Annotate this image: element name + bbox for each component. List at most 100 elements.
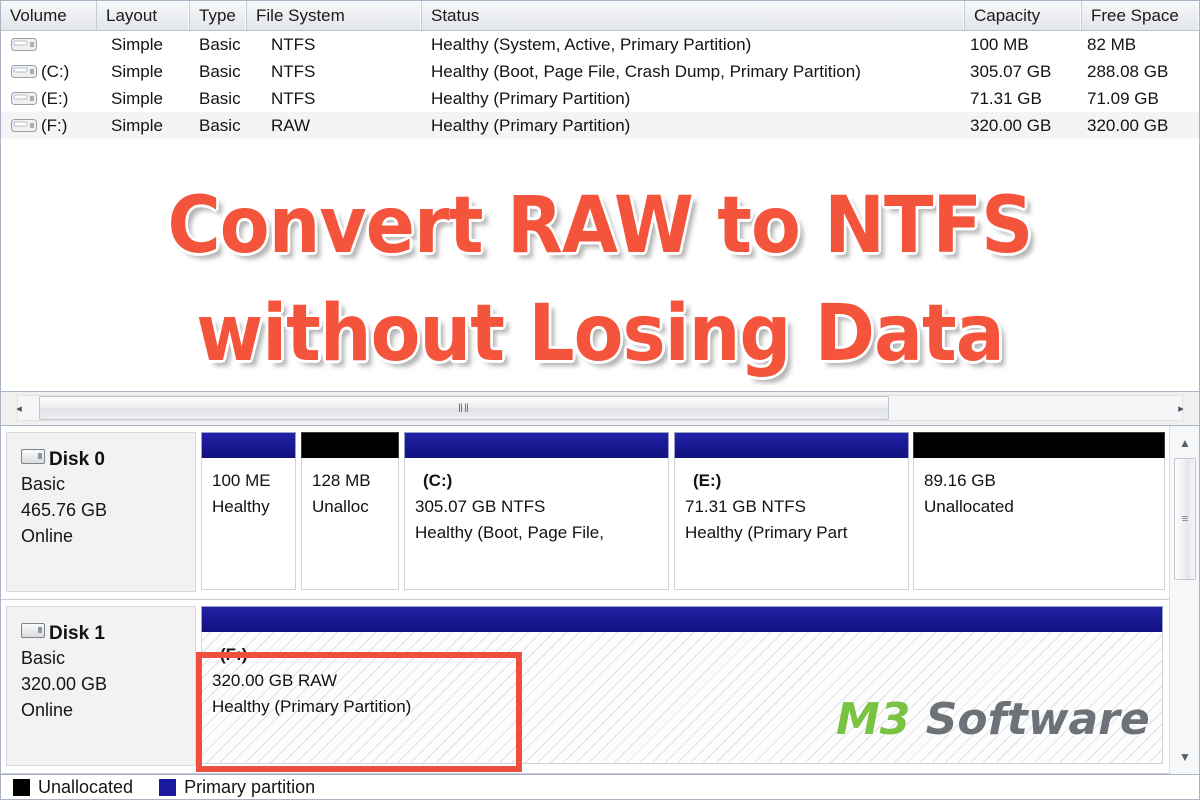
disk-size: 320.00 GB — [21, 674, 108, 694]
scroll-down-icon[interactable]: ▼ — [1170, 744, 1199, 770]
scroll-left-icon[interactable]: ◂ — [11, 398, 27, 418]
cell-capacity: 100 MB — [970, 35, 1029, 54]
partition-body: (E:) 71.31 GB NTFS Healthy (Primary Part — [674, 458, 909, 590]
cell-layout: Simple — [111, 89, 163, 108]
partition-unallocated-128mb[interactable]: 128 MB Unalloc — [301, 432, 399, 592]
table-row[interactable]: (E:) Simple Basic NTFS Healthy (Primary … — [1, 85, 1199, 112]
scroll-right-icon[interactable]: ▸ — [1173, 398, 1189, 418]
column-header-capacity[interactable]: Capacity — [964, 1, 1081, 30]
partition-unallocated-89gb[interactable]: 89.16 GB Unallocated — [913, 432, 1165, 592]
partition-status: Unalloc — [312, 497, 369, 516]
horizontal-scrollbar[interactable]: ◂ ▸ ‖‖ — [0, 392, 1200, 425]
cell-type: Basic — [199, 35, 241, 54]
disk-icon — [21, 623, 45, 638]
cell-file-system: RAW — [271, 116, 311, 135]
drive-icon — [11, 92, 37, 105]
disk-state: Online — [21, 526, 74, 546]
legend-swatch-icon — [13, 778, 30, 796]
cell-status: Healthy (Primary Partition) — [431, 116, 631, 135]
partition-size: 128 MB — [312, 471, 371, 490]
cell-volume: (C:) — [41, 62, 70, 81]
partition-body: 128 MB Unalloc — [301, 458, 399, 590]
column-header-status[interactable]: Status — [421, 1, 964, 30]
disk-row-0: Disk 0 Basic 465.76 GB Online 100 ME Hea… — [1, 426, 1199, 600]
cell-free-space: 82 MB — [1087, 35, 1137, 54]
partition-status: Healthy (Primary Part — [685, 523, 848, 542]
partition-body: (C:) 305.07 GB NTFS Healthy (Boot, Page … — [404, 458, 669, 590]
cell-free-space: 320.00 GB — [1087, 116, 1169, 135]
partition-bar — [913, 432, 1165, 458]
disk-0-partitions: 100 ME Healthy 128 MB Unalloc (C:) 305.0… — [201, 432, 1165, 592]
legend-label: Primary partition — [184, 776, 316, 797]
cell-layout: Simple — [111, 62, 163, 81]
partition-bar — [404, 432, 669, 458]
legend-item-unallocated: Unallocated — [13, 777, 133, 798]
disk-size: 465.76 GB — [21, 500, 108, 520]
disk-1-partitions: (F:) 320.00 GB RAW Healthy (Primary Part… — [201, 606, 1163, 766]
disk-icon — [21, 449, 45, 464]
volume-table-body: Simple Basic NTFS Healthy (System, Activ… — [1, 31, 1199, 139]
partition-system[interactable]: 100 ME Healthy — [201, 432, 296, 592]
partition-status: Healthy (Primary Partition) — [212, 697, 412, 716]
table-row[interactable]: (F:) Simple Basic RAW Healthy (Primary P… — [1, 112, 1199, 139]
disk-info-1[interactable]: Disk 1 Basic 320.00 GB Online — [6, 606, 196, 766]
partition-body: 89.16 GB Unallocated — [913, 458, 1165, 590]
volume-list-pane: Volume Layout Type File System Status Ca… — [0, 0, 1200, 392]
scrollbar-grip-icon: ≡ — [1181, 513, 1189, 525]
column-header-layout[interactable]: Layout — [96, 1, 189, 30]
cell-layout: Simple — [111, 116, 163, 135]
cell-type: Basic — [199, 89, 241, 108]
volume-table-header: Volume Layout Type File System Status Ca… — [1, 1, 1199, 31]
partition-body: (F:) 320.00 GB RAW Healthy (Primary Part… — [201, 632, 1163, 764]
column-header-free-space[interactable]: Free Space — [1081, 1, 1199, 30]
cell-capacity: 305.07 GB — [970, 62, 1052, 81]
partition-size: 100 ME — [212, 471, 271, 490]
table-row[interactable]: Simple Basic NTFS Healthy (System, Activ… — [1, 31, 1199, 58]
drive-icon — [11, 65, 37, 78]
partition-letter: (E:) — [693, 471, 722, 490]
partition-bar — [674, 432, 909, 458]
partition-status: Unallocated — [924, 497, 1014, 516]
cell-status: Healthy (Boot, Page File, Crash Dump, Pr… — [431, 62, 861, 81]
disk-title: Disk 0 — [21, 449, 195, 471]
column-header-volume[interactable]: Volume — [1, 1, 96, 30]
cell-free-space: 71.09 GB — [1087, 89, 1159, 108]
cell-volume: (E:) — [41, 89, 69, 108]
legend: Unallocated Primary partition — [0, 775, 1200, 800]
disk-name: Disk 0 — [49, 449, 105, 470]
cell-layout: Simple — [111, 35, 163, 54]
partition-bar — [201, 432, 296, 458]
column-header-file-system[interactable]: File System — [246, 1, 421, 30]
drive-icon — [11, 38, 37, 51]
disk-info-0[interactable]: Disk 0 Basic 465.76 GB Online — [6, 432, 196, 592]
partition-letter: (F:) — [220, 645, 248, 664]
partition-size: 71.31 GB NTFS — [685, 497, 806, 516]
table-row[interactable]: (C:) Simple Basic NTFS Healthy (Boot, Pa… — [1, 58, 1199, 85]
vertical-scrollbar[interactable]: ▲ ▼ ≡ — [1169, 426, 1199, 774]
scrollbar-thumb[interactable]: ‖‖ — [39, 396, 889, 420]
cell-volume — [41, 31, 96, 58]
cell-file-system: NTFS — [271, 35, 316, 54]
partition-bar — [201, 606, 1163, 632]
disk-management-window: Volume Layout Type File System Status Ca… — [0, 0, 1200, 800]
legend-item-primary-partition: Primary partition — [159, 777, 315, 798]
partition-size: 320.00 GB RAW — [212, 671, 338, 690]
drive-icon — [11, 119, 37, 132]
partition-e[interactable]: (E:) 71.31 GB NTFS Healthy (Primary Part — [674, 432, 909, 592]
graphical-disk-pane: Disk 0 Basic 465.76 GB Online 100 ME Hea… — [0, 425, 1200, 775]
disk-type: Basic — [21, 648, 66, 668]
partition-f-raw[interactable]: (F:) 320.00 GB RAW Healthy (Primary Part… — [201, 606, 1163, 766]
partition-c[interactable]: (C:) 305.07 GB NTFS Healthy (Boot, Page … — [404, 432, 669, 592]
cell-capacity: 71.31 GB — [970, 89, 1042, 108]
cell-free-space: 288.08 GB — [1087, 62, 1169, 81]
partition-status: Healthy — [212, 497, 270, 516]
partition-size: 89.16 GB — [924, 471, 996, 490]
scroll-up-icon[interactable]: ▲ — [1170, 430, 1199, 456]
cell-type: Basic — [199, 116, 241, 135]
partition-status: Healthy (Boot, Page File, — [415, 523, 604, 542]
scrollbar-grip-icon: ‖‖ — [458, 401, 470, 415]
scrollbar-thumb[interactable]: ≡ — [1174, 458, 1196, 580]
partition-letter: (C:) — [423, 471, 453, 490]
cell-status: Healthy (System, Active, Primary Partiti… — [431, 35, 752, 54]
column-header-type[interactable]: Type — [189, 1, 246, 30]
